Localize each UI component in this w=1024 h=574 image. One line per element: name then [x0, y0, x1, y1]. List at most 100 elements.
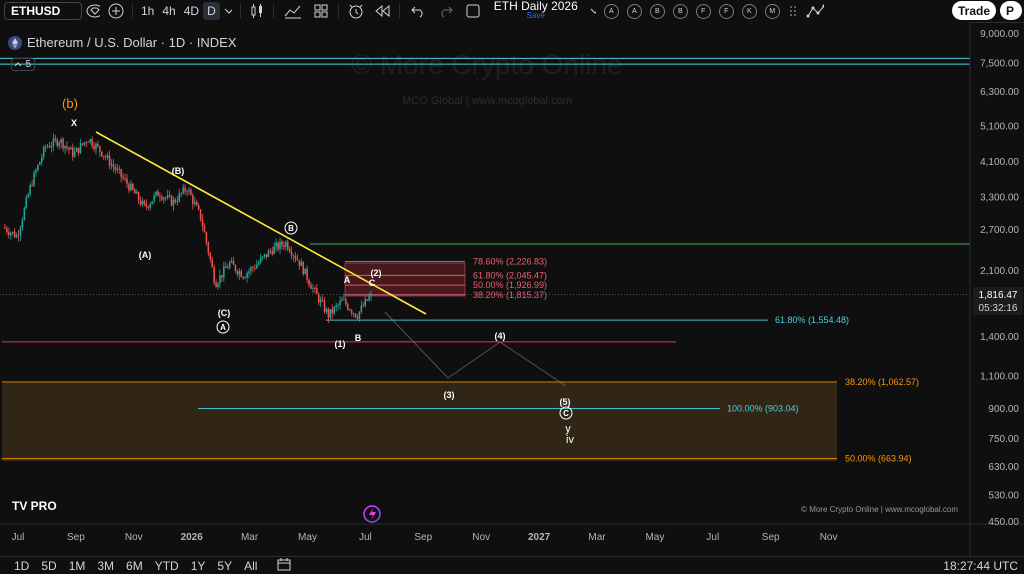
- candle-body: [203, 226, 206, 233]
- alert-button-f2[interactable]: F: [718, 3, 734, 19]
- replay-icon[interactable]: [369, 0, 395, 22]
- interval-4d[interactable]: 4D: [180, 0, 203, 22]
- trade-button[interactable]: Trade: [952, 1, 996, 20]
- candle-body: [269, 250, 272, 252]
- layout-icon[interactable]: [460, 0, 486, 22]
- candle-body: [221, 275, 223, 278]
- alert-icon[interactable]: [343, 0, 369, 22]
- indicators-toggle[interactable]: 5: [11, 58, 35, 71]
- legend-title[interactable]: Ethereum / U.S. Dollar · 1D · INDEX: [27, 35, 237, 50]
- candle-body: [112, 164, 115, 168]
- x-tick-label: Jul: [706, 532, 719, 543]
- candle-body: [155, 191, 157, 196]
- interval-1h[interactable]: 1h: [137, 0, 158, 22]
- alert-button-k[interactable]: K: [741, 3, 757, 19]
- candle-body: [35, 170, 37, 173]
- y-tick-label: 1,100.00: [980, 371, 1019, 382]
- candle-body: [159, 196, 161, 198]
- candle-body: [44, 146, 47, 148]
- candle-body: [91, 139, 93, 147]
- candle-body: [186, 191, 188, 193]
- candle-body: [21, 219, 24, 228]
- range-5y[interactable]: 5Y: [211, 559, 238, 573]
- candle-body: [348, 309, 351, 311]
- candle-body: [217, 283, 219, 288]
- candle-body: [27, 194, 29, 198]
- alert-button-b1[interactable]: B: [649, 3, 665, 19]
- chevron-down-icon[interactable]: [586, 0, 600, 22]
- candle-body: [314, 288, 316, 289]
- candle-body: [48, 146, 51, 148]
- price-chart[interactable]: © More Crypto Online MCO Global | www.mc…: [0, 22, 1024, 556]
- candle-body: [261, 256, 264, 258]
- candle-body: [325, 308, 328, 312]
- range-all[interactable]: All: [238, 559, 263, 573]
- alert-button-a1[interactable]: A: [603, 3, 619, 19]
- wave-label-a-paren: (A): [139, 250, 152, 260]
- candle-body: [257, 262, 260, 265]
- range-3m[interactable]: 3M: [91, 559, 120, 573]
- candle-body: [163, 197, 165, 200]
- alert-button-a2[interactable]: A: [626, 3, 642, 19]
- alert-button-m[interactable]: M: [764, 3, 780, 19]
- redo-icon[interactable]: [432, 0, 460, 22]
- candle-body: [310, 284, 312, 289]
- candle-body: [110, 164, 113, 166]
- y-tick-label: 9,000.00: [980, 29, 1019, 40]
- candle-body: [246, 273, 248, 278]
- candle-body: [296, 259, 299, 261]
- candles-icon[interactable]: [245, 0, 269, 22]
- indicators-icon[interactable]: [278, 0, 308, 22]
- candle-body: [335, 305, 337, 307]
- alert-button-b2[interactable]: B: [672, 3, 688, 19]
- trend-icon[interactable]: [802, 0, 828, 22]
- candle-body: [302, 262, 305, 275]
- date-range-icon[interactable]: [277, 557, 291, 574]
- candle-body: [15, 235, 18, 238]
- x-tick-label: Nov: [472, 532, 490, 543]
- interval-d[interactable]: D: [203, 2, 220, 20]
- candle-body: [197, 205, 200, 210]
- candle-body: [124, 178, 126, 180]
- alert-button-f1[interactable]: F: [695, 3, 711, 19]
- candle-body: [285, 241, 287, 247]
- dots-grid-icon[interactable]: [784, 0, 802, 22]
- candle-body: [102, 156, 105, 158]
- candle-body: [358, 311, 361, 319]
- candle-body: [190, 189, 192, 196]
- fib-level-label: 78.60% (2,226.83): [473, 257, 547, 267]
- range-1y[interactable]: 1Y: [185, 559, 212, 573]
- templates-icon[interactable]: [308, 0, 334, 22]
- candle-body: [132, 183, 134, 190]
- candle-body: [236, 270, 239, 275]
- candle-body: [176, 201, 179, 203]
- candle-body: [271, 250, 274, 254]
- range-6m[interactable]: 6M: [120, 559, 149, 573]
- range-ytd[interactable]: YTD: [149, 559, 185, 573]
- current-price-label: 1,816.47: [979, 290, 1018, 301]
- candle-body: [228, 262, 231, 268]
- candle-body: [19, 227, 22, 236]
- layout-name[interactable]: ETH Daily 2026 Save: [486, 0, 586, 22]
- interval-4h[interactable]: 4h: [158, 0, 179, 22]
- gem-icon[interactable]: [82, 0, 104, 22]
- profile-button[interactable]: P: [1000, 1, 1022, 20]
- add-compare-icon[interactable]: [104, 0, 128, 22]
- candle-body: [29, 185, 31, 195]
- range-1m[interactable]: 1M: [63, 559, 92, 573]
- separator: [239, 4, 241, 18]
- chevron-down-icon[interactable]: [220, 0, 236, 22]
- candle-body: [161, 197, 163, 200]
- range-1d[interactable]: 1D: [0, 559, 35, 573]
- symbol-search[interactable]: ETHUSD: [4, 2, 82, 20]
- wave-label-4: (4): [495, 331, 506, 341]
- wave-label-b-paren: (B): [172, 166, 185, 176]
- candle-body: [178, 193, 181, 202]
- candle-body: [170, 195, 173, 206]
- range-5d[interactable]: 5D: [35, 559, 62, 573]
- utc-clock[interactable]: 18:27:44 UTC: [943, 559, 1018, 573]
- undo-icon[interactable]: [404, 0, 432, 22]
- x-tick-label: Sep: [414, 532, 432, 543]
- candle-body: [137, 192, 140, 201]
- candle-body: [308, 279, 310, 285]
